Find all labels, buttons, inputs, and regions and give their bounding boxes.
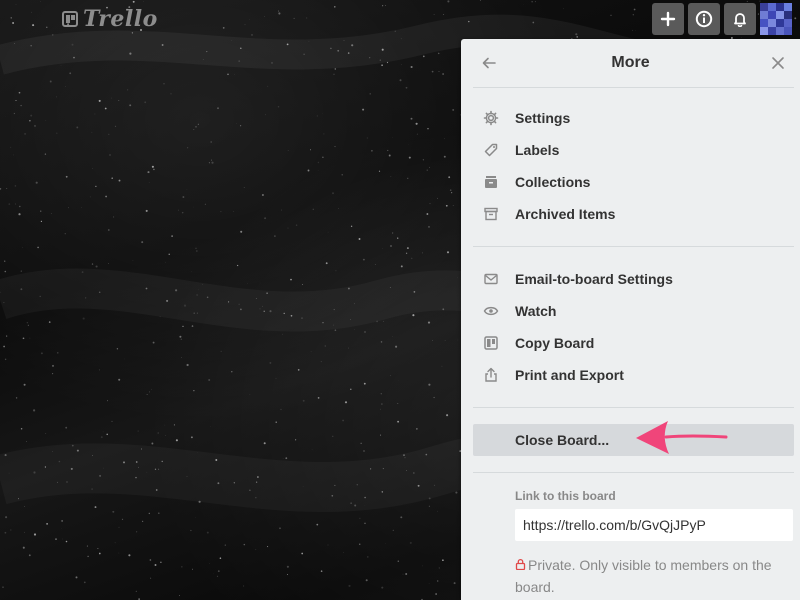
privacy-note: Private. Only visible to members on the … bbox=[515, 555, 793, 597]
menu-item-label: Watch bbox=[515, 303, 557, 319]
notifications-button[interactable] bbox=[724, 3, 756, 35]
privacy-text: Private. Only visible to members on the … bbox=[515, 557, 772, 595]
menu-item-copy-board[interactable]: Copy Board bbox=[461, 327, 800, 359]
menu-item-label: Copy Board bbox=[515, 335, 595, 351]
menu-item-print-export[interactable]: Print and Export bbox=[461, 359, 800, 391]
link-label: Link to this board bbox=[515, 489, 616, 503]
info-button[interactable] bbox=[688, 3, 720, 35]
eye-icon bbox=[483, 303, 499, 319]
annotation-arrow bbox=[636, 421, 728, 454]
menu-item-labels[interactable]: Labels bbox=[461, 134, 800, 166]
back-button[interactable] bbox=[477, 51, 501, 75]
board-link-section: Link to this board Private. Only visible… bbox=[461, 473, 800, 597]
menu-item-watch[interactable]: Watch bbox=[461, 295, 800, 327]
lock-icon bbox=[515, 557, 526, 577]
more-menu-panel: More Settings Labels Collections Archive… bbox=[461, 39, 800, 600]
menu-item-settings[interactable]: Settings bbox=[461, 102, 800, 134]
menu-group-board: Settings Labels Collections Archived Ite… bbox=[461, 88, 800, 234]
logo-text: Trello bbox=[83, 6, 158, 32]
menu-item-label: Archived Items bbox=[515, 206, 616, 222]
menu-item-collections[interactable]: Collections bbox=[461, 166, 800, 198]
board-link-field[interactable] bbox=[515, 509, 793, 541]
add-button[interactable] bbox=[652, 3, 684, 35]
collections-icon bbox=[483, 174, 499, 190]
envelope-icon bbox=[483, 271, 499, 287]
gear-icon bbox=[483, 110, 499, 126]
archive-icon bbox=[483, 206, 499, 222]
panel-title: More bbox=[611, 54, 650, 71]
trello-board-screen: Trello More Settings Labels Collections … bbox=[0, 0, 800, 600]
bell-icon bbox=[734, 13, 746, 27]
header-actions bbox=[652, 3, 792, 35]
panel-header: More bbox=[461, 39, 800, 87]
close-panel-button[interactable] bbox=[766, 51, 790, 75]
menu-group-actions: Email-to-board Settings Watch Copy Board… bbox=[461, 247, 800, 395]
info-icon bbox=[695, 10, 713, 28]
menu-item-label: Labels bbox=[515, 142, 560, 158]
menu-item-label: Settings bbox=[515, 110, 571, 126]
menu-item-archived[interactable]: Archived Items bbox=[461, 198, 800, 230]
trello-logo[interactable]: Trello bbox=[62, 6, 158, 32]
trello-board-icon bbox=[62, 11, 78, 27]
close-board-label: Close Board... bbox=[515, 432, 610, 448]
share-icon bbox=[483, 367, 499, 383]
plus-icon bbox=[660, 11, 676, 27]
menu-item-email-to-board[interactable]: Email-to-board Settings bbox=[461, 263, 800, 295]
tag-icon bbox=[483, 142, 499, 158]
menu-item-label: Collections bbox=[515, 174, 591, 190]
avatar[interactable] bbox=[760, 3, 792, 35]
arrow-left-icon bbox=[482, 57, 496, 69]
menu-item-label: Email-to-board Settings bbox=[515, 271, 673, 287]
board-icon bbox=[483, 335, 499, 351]
close-icon bbox=[772, 57, 784, 69]
menu-item-label: Print and Export bbox=[515, 367, 624, 383]
